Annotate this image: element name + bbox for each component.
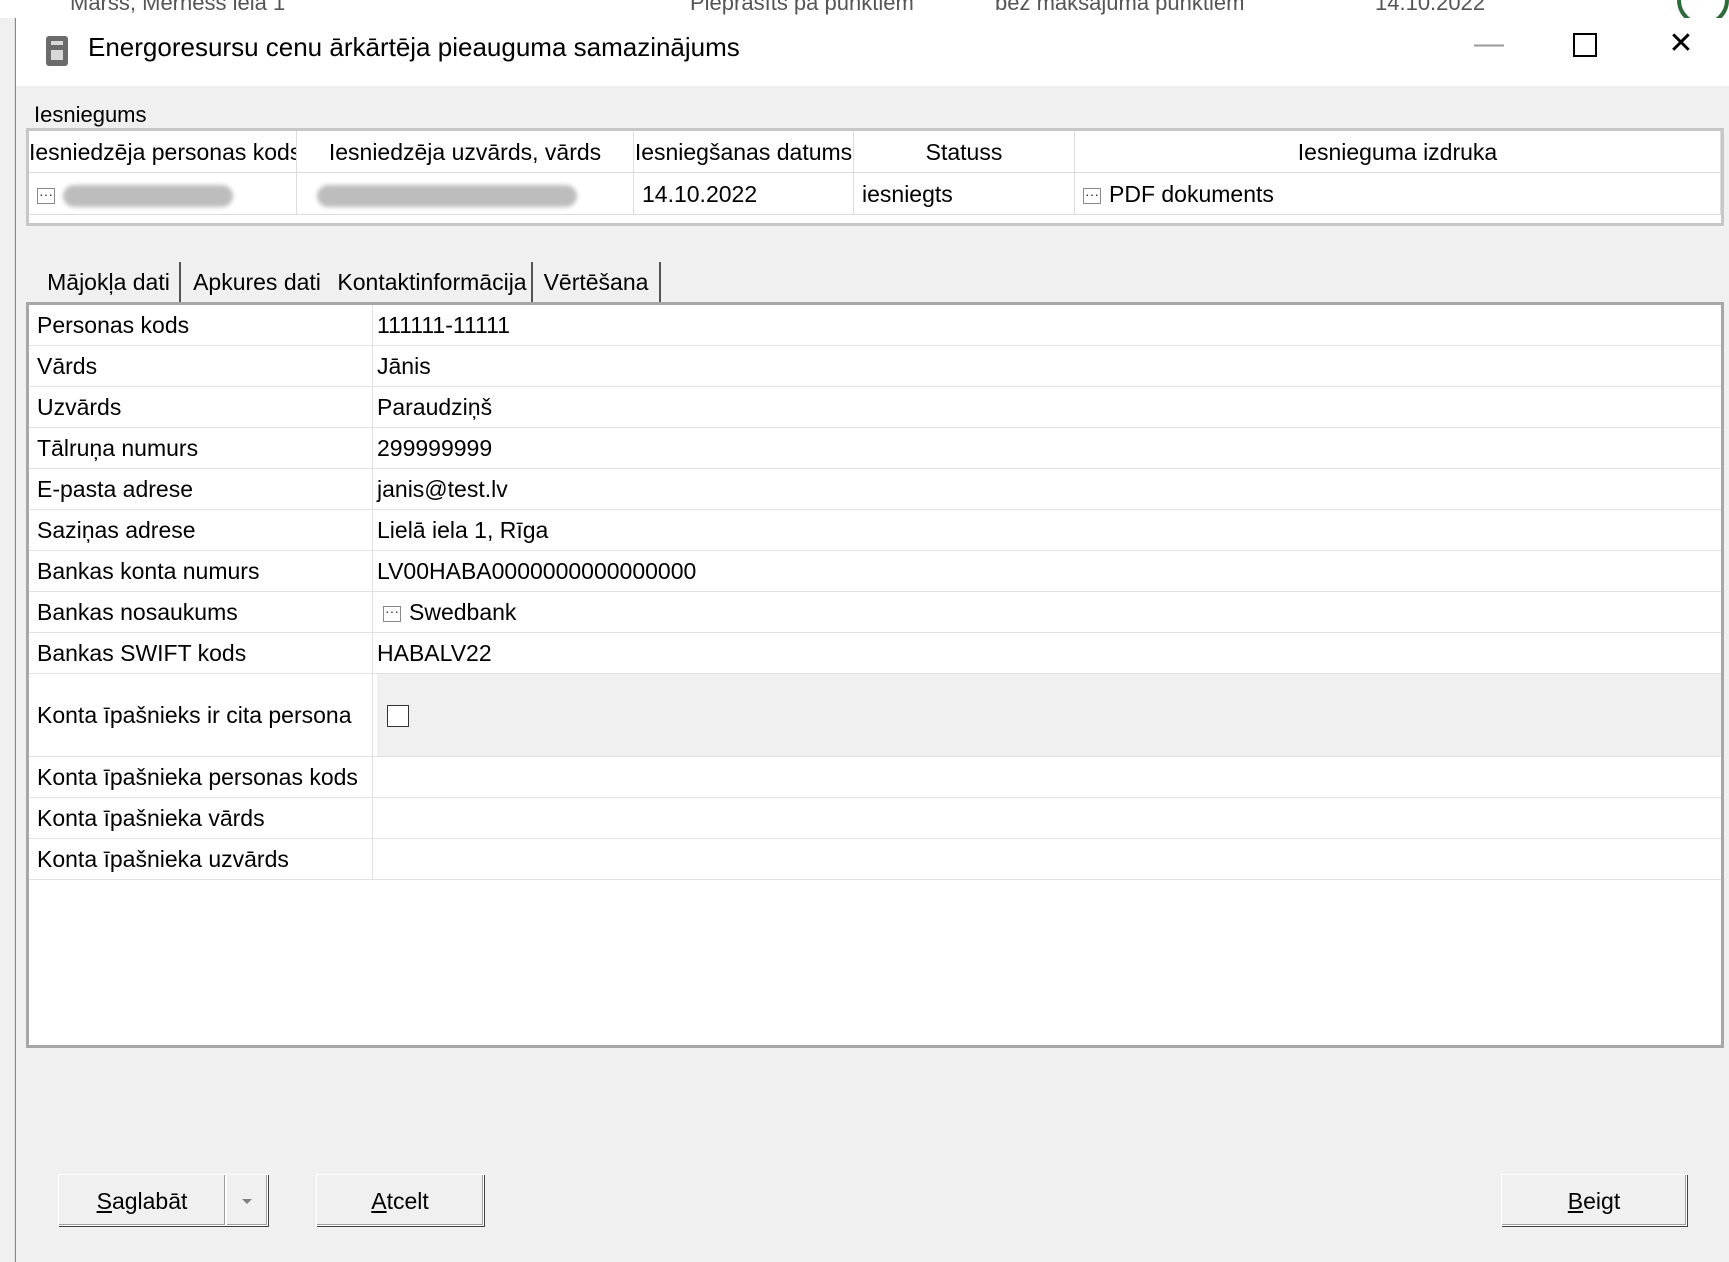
save-label: aglabāt bbox=[111, 1188, 188, 1214]
cell-printout[interactable]: PDF dokuments bbox=[1075, 173, 1721, 215]
field-label: Personas kods bbox=[37, 305, 373, 345]
lookup-ellipsis-icon[interactable] bbox=[37, 173, 55, 214]
form-row-owner-first-name: Konta īpašnieka vārds bbox=[29, 798, 1721, 839]
bank-name-field[interactable]: Swedbank bbox=[377, 591, 1721, 632]
chevron-down-icon bbox=[226, 1175, 268, 1227]
field-label: Konta īpašnieka personas kods bbox=[37, 757, 373, 797]
swift-field[interactable]: HABALV22 bbox=[377, 633, 1721, 673]
save-button[interactable]: Saglabāt bbox=[58, 1174, 226, 1226]
email-field[interactable]: janis@test.lv bbox=[377, 469, 1721, 509]
close-button[interactable]: ✕ bbox=[1633, 18, 1729, 74]
tab-contact-info[interactable]: Kontaktinformācija bbox=[333, 262, 533, 302]
form-row-last-name: Uzvārds Paraudziņš bbox=[29, 387, 1721, 428]
redacted-name bbox=[317, 184, 577, 207]
phone-field[interactable]: 299999999 bbox=[377, 428, 1721, 468]
form-row-phone: Tālruņa numurs 299999999 bbox=[29, 428, 1721, 469]
form-row-owner-last-name: Konta īpašnieka uzvārds bbox=[29, 839, 1721, 880]
bank-account-field[interactable]: LV00HABA0000000000000000 bbox=[377, 551, 1721, 591]
owner-personal-code-field[interactable] bbox=[377, 757, 1721, 797]
field-label: Bankas SWIFT kods bbox=[37, 633, 373, 673]
save-accesskey: S bbox=[96, 1188, 112, 1214]
form-row-personal-code: Personas kods 111111-11111 bbox=[29, 305, 1721, 346]
cancel-label: tcelt bbox=[386, 1188, 429, 1214]
field-label: Vārds bbox=[37, 346, 373, 386]
window-title: Energoresursu cenu ārkārtēja pieauguma s… bbox=[88, 32, 740, 62]
maximize-icon bbox=[1573, 33, 1597, 58]
redacted-personal-code bbox=[63, 184, 233, 207]
bg-fragment: Pieprasīts pa punktiem bbox=[690, 0, 914, 15]
bank-lookup-ellipsis-icon[interactable] bbox=[383, 591, 401, 631]
field-label: Saziņas adrese bbox=[37, 510, 373, 550]
title-bar[interactable]: Energoresursu cenu ārkārtēja pieauguma s… bbox=[16, 18, 1729, 86]
minimize-button[interactable]: — bbox=[1441, 18, 1537, 74]
background-app-edge bbox=[0, 18, 15, 1262]
finish-accesskey: B bbox=[1567, 1188, 1584, 1214]
column-header[interactable]: Iesnieguma izdruka bbox=[1075, 131, 1721, 173]
owner-last-name-field[interactable] bbox=[377, 839, 1721, 879]
bg-fragment: bez maksājuma punktiem bbox=[995, 0, 1245, 15]
app-logo-icon bbox=[1677, 0, 1729, 18]
column-header[interactable]: Statuss bbox=[854, 131, 1075, 173]
other-owner-checkbox[interactable] bbox=[387, 705, 409, 727]
field-label: Tālruņa numurs bbox=[37, 428, 373, 468]
finish-button[interactable]: Beigt bbox=[1501, 1174, 1687, 1226]
tab-evaluation[interactable]: Vērtēšana bbox=[533, 262, 661, 302]
column-header[interactable]: Iesniedzēja uzvārds, vārds bbox=[297, 131, 634, 173]
dialog-window: Energoresursu cenu ārkārtēja pieauguma s… bbox=[15, 18, 1729, 1262]
printout-link[interactable]: PDF dokuments bbox=[1109, 181, 1274, 207]
form-row-first-name: Vārds Jānis bbox=[29, 346, 1721, 387]
form-row-bank-name: Bankas nosaukums Swedbank bbox=[29, 591, 1721, 633]
finish-label: eigt bbox=[1583, 1188, 1621, 1214]
section-label-submission: Iesniegums bbox=[34, 102, 147, 127]
cell-status[interactable]: iesniegts bbox=[854, 173, 1075, 215]
field-label: Konta īpašnieks ir cita persona bbox=[37, 674, 373, 756]
tab-heating-data[interactable]: Apkures dati bbox=[181, 262, 333, 302]
address-field[interactable]: Lielā iela 1, Rīga bbox=[377, 510, 1721, 550]
cancel-accesskey: A bbox=[371, 1188, 387, 1214]
form-row-owner-code: Konta īpašnieka personas kods bbox=[29, 757, 1721, 798]
form-row-email: E-pasta adrese janis@test.lv bbox=[29, 469, 1721, 510]
other-owner-field bbox=[377, 674, 1721, 756]
cancel-button[interactable]: Atcelt bbox=[316, 1174, 484, 1226]
field-label: E-pasta adrese bbox=[37, 469, 373, 509]
last-name-field[interactable]: Paraudziņš bbox=[377, 387, 1721, 427]
cell-name[interactable] bbox=[297, 173, 634, 215]
open-pdf-ellipsis-icon[interactable] bbox=[1083, 173, 1101, 214]
form-document-icon bbox=[46, 36, 68, 66]
field-label: Konta īpašnieka vārds bbox=[37, 798, 373, 838]
bank-name-value: Swedbank bbox=[409, 599, 517, 625]
form-row-swift: Bankas SWIFT kods HABALV22 bbox=[29, 633, 1721, 674]
bg-fragment: 14.10.2022 bbox=[1375, 0, 1486, 15]
maximize-button[interactable] bbox=[1537, 18, 1633, 74]
tab-housing-data[interactable]: Mājokļa dati bbox=[38, 262, 181, 302]
form-row-address: Saziņas adrese Lielā iela 1, Rīga bbox=[29, 510, 1721, 551]
cell-date[interactable]: 14.10.2022 bbox=[634, 173, 854, 215]
personal-code-field[interactable]: 111111-11111 bbox=[377, 305, 1721, 345]
field-label: Bankas nosaukums bbox=[37, 592, 373, 632]
save-options-dropdown[interactable] bbox=[226, 1174, 268, 1226]
cell-personal-code[interactable] bbox=[29, 173, 297, 215]
field-label: Uzvārds bbox=[37, 387, 373, 427]
field-label: Bankas konta numurs bbox=[37, 551, 373, 591]
form-row-bank-account: Bankas konta numurs LV00HABA000000000000… bbox=[29, 551, 1721, 592]
contact-form-panel: Personas kods 111111-11111 Vārds Jānis U… bbox=[26, 302, 1724, 1048]
background-app-strip: Marss, Mērness iela 1 Pieprasīts pa punk… bbox=[0, 0, 1729, 19]
submission-grid: Iesniedzēja personas kods Iesniedzēja uz… bbox=[26, 128, 1724, 226]
column-header[interactable]: Iesniedzēja personas kods bbox=[29, 131, 297, 173]
owner-first-name-field[interactable] bbox=[377, 798, 1721, 838]
first-name-field[interactable]: Jānis bbox=[377, 346, 1721, 386]
column-header[interactable]: Iesniegšanas datums bbox=[634, 131, 854, 173]
field-label: Konta īpašnieka uzvārds bbox=[37, 839, 373, 879]
bg-fragment: Marss, Mērness iela 1 bbox=[70, 0, 286, 15]
form-row-other-owner: Konta īpašnieks ir cita persona bbox=[29, 674, 1721, 757]
